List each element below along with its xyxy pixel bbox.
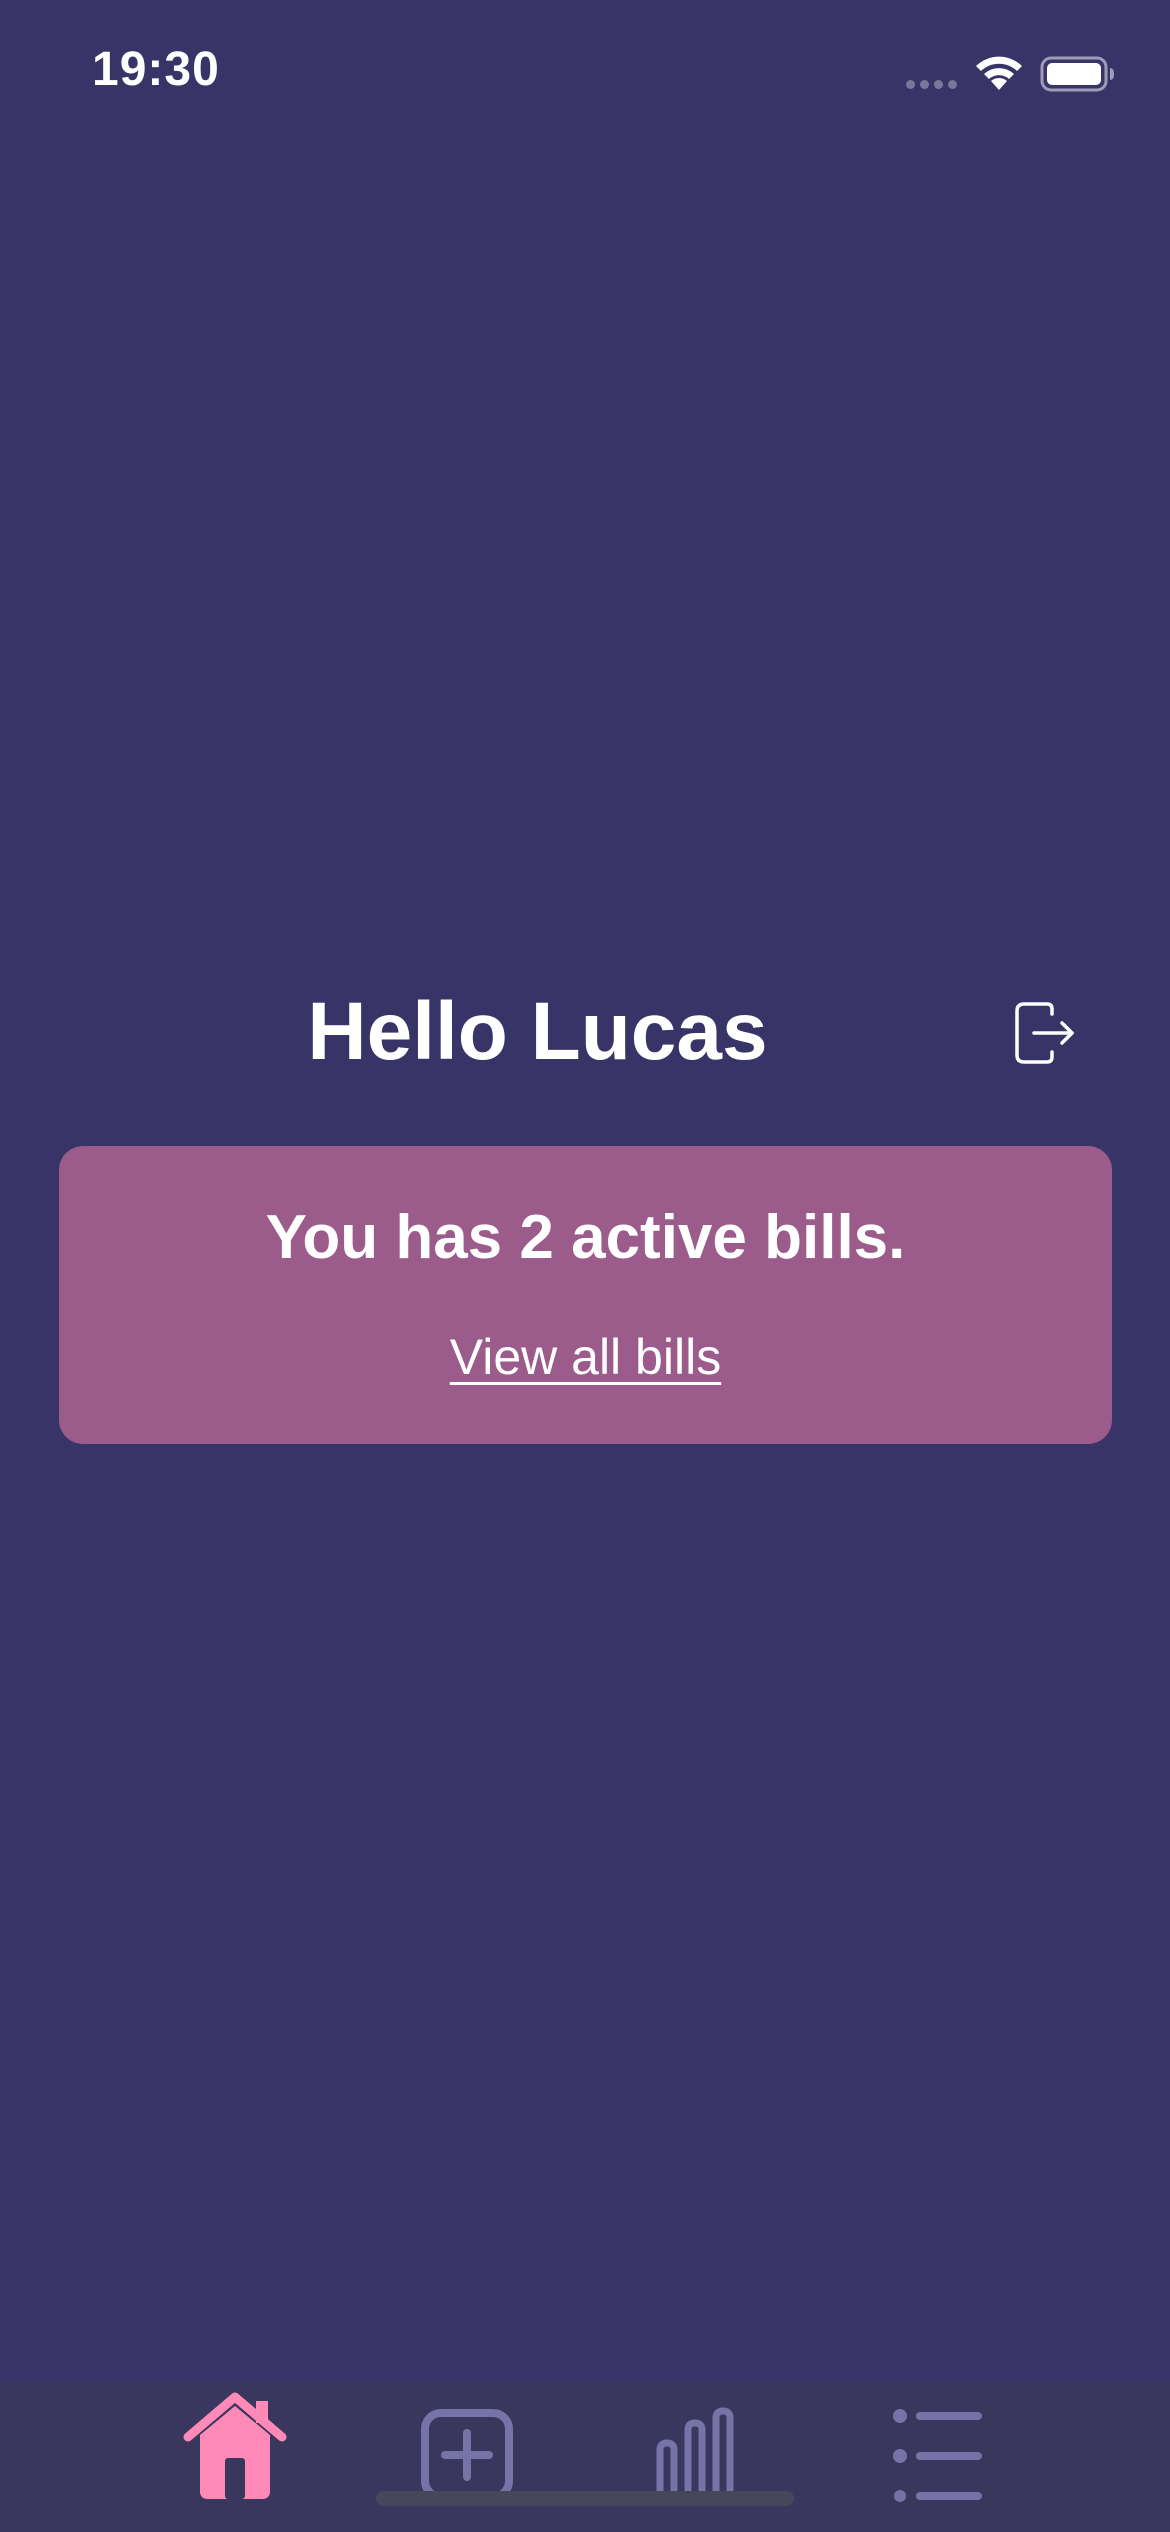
view-all-bills-link[interactable]: View all bills: [59, 1328, 1112, 1386]
active-bills-card: You has 2 active bills. View all bills: [59, 1146, 1112, 1444]
tab-home[interactable]: [160, 2383, 310, 2503]
tab-bar: [0, 2383, 1170, 2532]
add-icon: [421, 2409, 513, 2501]
tab-stats[interactable]: [626, 2383, 776, 2503]
home-indicator: [376, 2491, 794, 2506]
greeting-title: Hello Lucas: [307, 986, 768, 1077]
home-screen: 19:30 Hello Lucas You has 2 active bills…: [0, 0, 1170, 2532]
active-bills-summary: You has 2 active bills.: [265, 1203, 906, 1272]
wifi-icon: [976, 56, 1022, 90]
bar-chart-icon: [656, 2407, 734, 2503]
list-icon: [893, 2409, 982, 2502]
status-bar: 19:30: [0, 0, 1170, 150]
battery-icon: [1040, 56, 1114, 92]
status-time: 19:30: [92, 43, 220, 96]
home-icon: [183, 2392, 287, 2499]
tab-list[interactable]: [860, 2383, 1010, 2503]
tab-add[interactable]: [392, 2383, 542, 2503]
cellular-signal-icon: [906, 80, 960, 90]
logout-icon: [1015, 1002, 1074, 1064]
view-all-bills-label[interactable]: View all bills: [450, 1329, 721, 1385]
logout-button[interactable]: [1012, 1000, 1078, 1066]
